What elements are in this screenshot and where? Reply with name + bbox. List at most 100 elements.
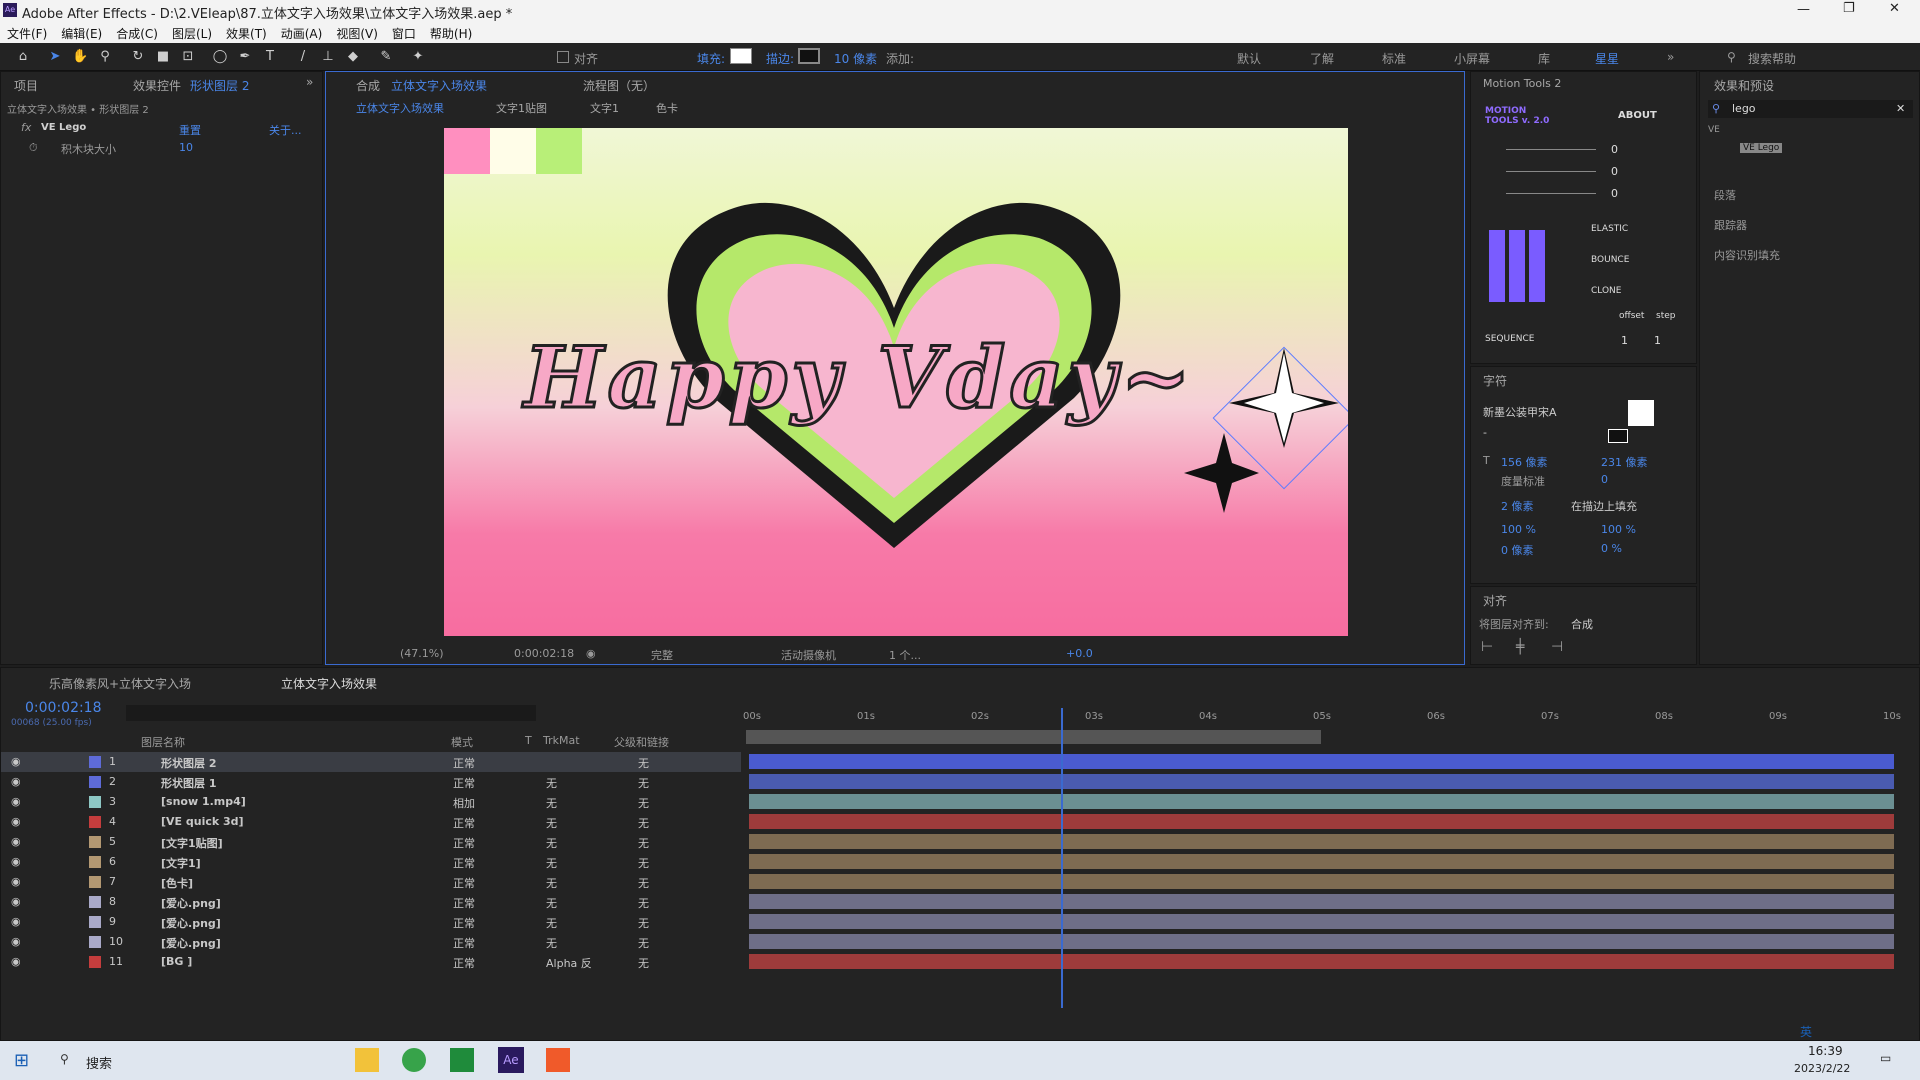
layer-name[interactable]: [文字1贴图] <box>161 835 223 851</box>
blend-mode-dropdown[interactable]: 正常 <box>453 815 475 831</box>
comp-tab-label[interactable]: 合成 <box>356 77 380 94</box>
label-color-swatch[interactable] <box>89 756 101 768</box>
align-checkbox[interactable] <box>557 51 569 63</box>
zoom-tool-icon[interactable]: ⚲ <box>97 49 113 65</box>
blend-mode-dropdown[interactable]: 相加 <box>453 795 475 811</box>
trkmat-dropdown[interactable]: 无 <box>546 895 557 911</box>
ime-label[interactable]: 英 <box>1800 1023 1812 1040</box>
menu-edit[interactable]: 编辑(E) <box>54 22 109 43</box>
stroke-size[interactable]: 10 像素 <box>834 50 877 67</box>
selection-tool-icon[interactable]: ➤ <box>47 49 63 65</box>
blend-mode-dropdown[interactable]: 正常 <box>453 955 475 971</box>
eraser-tool-icon[interactable]: ◆ <box>345 49 361 65</box>
parent-dropdown[interactable]: 无 <box>638 755 649 771</box>
parent-dropdown[interactable]: 无 <box>638 775 649 791</box>
layer-duration-bar[interactable] <box>749 914 1894 929</box>
menu-composition[interactable]: 合成(C) <box>109 22 165 43</box>
layer-name[interactable]: [snow 1.mp4] <box>161 795 246 808</box>
stroke-color-swatch[interactable] <box>1608 429 1628 443</box>
align-to-dropdown[interactable]: 合成 <box>1571 616 1593 632</box>
label-color-swatch[interactable] <box>89 856 101 868</box>
panel-paragraph[interactable]: 段落 <box>1714 187 1736 203</box>
add-label[interactable]: 添加: <box>886 50 914 67</box>
hand-tool-icon[interactable]: ✋ <box>72 49 88 65</box>
views-dropdown[interactable]: 1 个... <box>889 647 921 663</box>
baseline-shift[interactable]: 0 像素 <box>1501 542 1534 558</box>
layer-duration-bar[interactable] <box>749 934 1894 949</box>
file-explorer-icon[interactable] <box>355 1048 379 1072</box>
visibility-eye-icon[interactable]: ◉ <box>11 815 21 828</box>
timeline-tab-0[interactable]: 乐高像素风+立体文字入场 <box>49 675 191 692</box>
layer-duration-bar[interactable] <box>749 834 1894 849</box>
blend-mode-dropdown[interactable]: 正常 <box>453 935 475 951</box>
blend-mode-dropdown[interactable]: 正常 <box>453 755 475 771</box>
menu-window[interactable]: 窗口 <box>385 22 423 43</box>
horizontal-scale[interactable]: 100 % <box>1601 523 1636 536</box>
parent-dropdown[interactable]: 无 <box>638 835 649 851</box>
label-color-swatch[interactable] <box>89 896 101 908</box>
panel-tracker[interactable]: 跟踪器 <box>1714 217 1747 233</box>
zoom-dropdown[interactable]: (47.1%) <box>400 647 444 660</box>
about-button[interactable]: ABOUT <box>1618 110 1657 121</box>
resolution-dropdown[interactable]: 完整 <box>651 647 673 663</box>
font-style-dropdown[interactable]: - <box>1483 426 1487 439</box>
trkmat-dropdown[interactable]: 无 <box>546 775 557 791</box>
playhead[interactable] <box>1061 708 1063 1008</box>
ellipse-tool-icon[interactable]: ◯ <box>212 49 228 65</box>
visibility-eye-icon[interactable]: ◉ <box>11 875 21 888</box>
anchor-grid-icon[interactable] <box>1489 230 1545 302</box>
layer-duration-bar[interactable] <box>749 794 1894 809</box>
clone-button[interactable]: CLONE <box>1591 286 1621 296</box>
layer-row[interactable]: ◉ 4 [VE quick 3d] 正常 无 无 <box>1 812 741 832</box>
param-value[interactable]: 10 <box>179 141 193 154</box>
crumb-1[interactable]: 文字1贴图 <box>496 100 547 116</box>
tsume[interactable]: 0 % <box>1601 542 1622 555</box>
layer-duration-bar[interactable] <box>749 894 1894 909</box>
more-workspaces-icon[interactable]: » <box>1667 50 1674 64</box>
timeline-timecode[interactable]: 0:00:02:18 <box>25 700 102 716</box>
taskbar-search[interactable]: 搜索 <box>86 1053 112 1072</box>
elastic-button[interactable]: ELASTIC <box>1591 224 1628 234</box>
rotate-tool-icon[interactable]: ↻ <box>130 49 146 65</box>
layer-name[interactable]: [爱心.png] <box>161 935 221 951</box>
layer-row[interactable]: ◉ 2 形状图层 1 正常 无 无 <box>1 772 741 792</box>
visibility-eye-icon[interactable]: ◉ <box>11 955 21 968</box>
timeline-tab-1[interactable]: 立体文字入场效果 <box>281 675 377 692</box>
crumb-2[interactable]: 文字1 <box>590 100 619 116</box>
align-center-icon[interactable]: ╪ <box>1516 639 1524 655</box>
layer-row[interactable]: ◉ 10 [爱心.png] 正常 无 无 <box>1 932 741 952</box>
label-color-swatch[interactable] <box>89 876 101 888</box>
fill-color-swatch[interactable] <box>1628 400 1654 426</box>
layer-duration-bar[interactable] <box>749 754 1894 769</box>
search-help-input[interactable]: 搜索帮助 <box>1748 50 1796 67</box>
visibility-eye-icon[interactable]: ◉ <box>11 755 21 768</box>
close-button[interactable]: ✕ <box>1889 1 1900 16</box>
layer-row[interactable]: ◉ 5 [文字1贴图] 正常 无 无 <box>1 832 741 852</box>
effects-search-input[interactable]: ⚲ lego ✕ <box>1708 100 1913 118</box>
stroke-width[interactable]: 2 像素 <box>1501 498 1534 514</box>
layer-row[interactable]: ◉ 7 [色卡] 正常 无 无 <box>1 872 741 892</box>
kerning[interactable]: 度量标准 <box>1501 473 1545 489</box>
sequence-step[interactable]: 1 <box>1654 334 1661 347</box>
layer-name[interactable]: [色卡] <box>161 875 193 891</box>
workspace-learn[interactable]: 了解 <box>1310 50 1334 67</box>
visibility-eye-icon[interactable]: ◉ <box>11 935 21 948</box>
blend-mode-dropdown[interactable]: 正常 <box>453 775 475 791</box>
current-time-display[interactable]: 0:00:02:18 <box>514 647 574 660</box>
recorder-icon[interactable] <box>546 1048 570 1072</box>
expand-panels-icon[interactable]: » <box>306 75 313 89</box>
puppet-tool-icon[interactable]: ✦ <box>410 49 426 65</box>
trkmat-dropdown[interactable]: 无 <box>546 815 557 831</box>
camera-tool-icon[interactable]: ■ <box>155 49 171 65</box>
visibility-eye-icon[interactable]: ◉ <box>11 835 21 848</box>
pan-behind-tool-icon[interactable]: ⊡ <box>180 49 196 65</box>
snapshot-icon[interactable]: ◉ <box>586 647 596 660</box>
timeline-search-input[interactable] <box>126 705 536 721</box>
layer-name[interactable]: [文字1] <box>161 855 201 871</box>
tracking[interactable]: 0 <box>1601 473 1608 486</box>
panel-content-aware-fill[interactable]: 内容识别填充 <box>1714 247 1780 263</box>
comp-tab-name[interactable]: 立体文字入场效果 <box>391 77 487 94</box>
camtasia-icon[interactable] <box>450 1048 474 1072</box>
brush-tool-icon[interactable]: / <box>295 49 311 65</box>
layer-duration-bar[interactable] <box>749 774 1894 789</box>
